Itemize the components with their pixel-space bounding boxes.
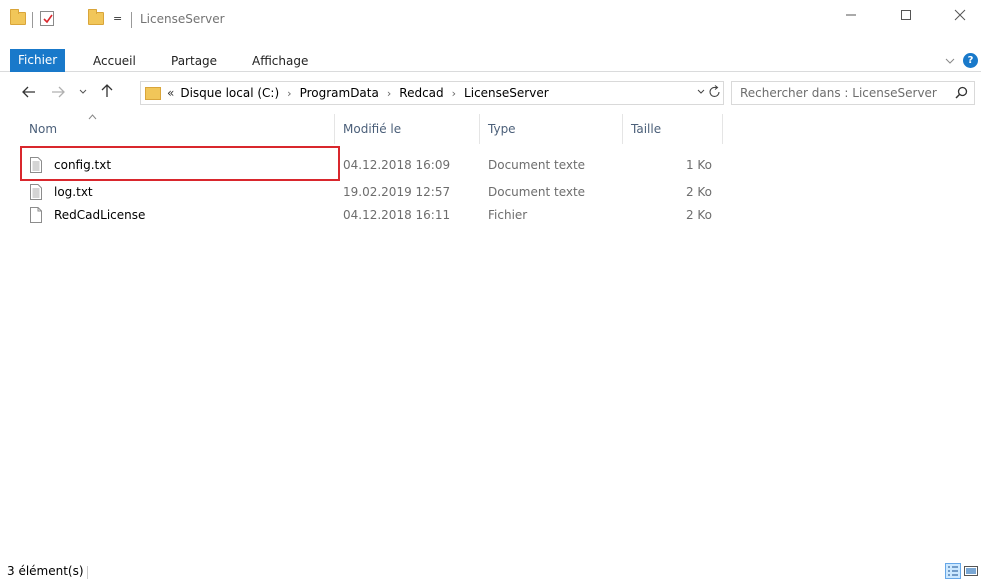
breadcrumb-overflow[interactable]: « — [167, 86, 174, 100]
column-header-modified[interactable]: Modifié le — [335, 112, 479, 146]
file-size: 2 Ko — [685, 185, 712, 199]
breadcrumb-chevron-icon[interactable]: › — [452, 87, 456, 100]
status-bar: 3 élément(s) — [0, 560, 981, 583]
customize-quick-access-button[interactable]: = — [113, 12, 122, 25]
column-divider[interactable] — [722, 114, 723, 144]
maximize-button[interactable] — [883, 0, 929, 30]
breadcrumb-item[interactable]: Redcad — [399, 86, 443, 100]
tab-accueil[interactable]: Accueil — [85, 50, 144, 72]
breadcrumb-item[interactable]: Disque local (C:) — [180, 86, 279, 100]
file-type: Document texte — [488, 185, 586, 199]
arrow-right-icon — [52, 86, 65, 98]
breadcrumb-item[interactable]: ProgramData — [300, 86, 379, 100]
close-button[interactable] — [937, 0, 981, 30]
folder-icon — [10, 9, 26, 25]
file-size: 1 Ko — [685, 158, 712, 172]
chevron-down-icon — [697, 89, 705, 94]
close-icon — [954, 9, 966, 21]
column-header-size[interactable]: Taille — [623, 112, 722, 146]
search-icon[interactable] — [955, 86, 968, 102]
arrow-left-icon — [22, 86, 35, 98]
breadcrumb-chevron-icon[interactable]: › — [387, 87, 391, 100]
breadcrumb: « Disque local (C:) › ProgramData › Redc… — [167, 86, 549, 100]
folder-icon — [145, 87, 161, 100]
large-icons-view-button[interactable] — [963, 563, 979, 579]
column-header-name[interactable]: Nom — [21, 112, 334, 146]
tab-affichage[interactable]: Affichage — [244, 50, 316, 72]
minimize-button[interactable] — [828, 0, 874, 30]
item-count: 3 élément(s) — [7, 564, 84, 578]
breadcrumb-chevron-icon[interactable]: › — [287, 87, 291, 100]
tab-partage[interactable]: Partage — [163, 50, 225, 72]
address-bar[interactable]: « Disque local (C:) › ProgramData › Redc… — [140, 81, 724, 105]
table-row[interactable]: RedCadLicense 04.12.2018 16:11 Fichier 2… — [21, 204, 721, 227]
navigation-bar: « Disque local (C:) › ProgramData › Redc… — [0, 76, 981, 110]
file-modified: 04.12.2018 16:11 — [343, 208, 451, 222]
up-button[interactable] — [101, 84, 113, 102]
details-view-button[interactable] — [945, 563, 961, 579]
refresh-button[interactable] — [709, 85, 721, 102]
title-bar: = LicenseServer — [0, 0, 981, 45]
arrow-up-icon — [101, 84, 113, 97]
file-name: log.txt — [54, 185, 93, 199]
maximize-icon — [901, 10, 911, 20]
file-type: Document texte — [488, 158, 586, 172]
separator — [32, 12, 33, 28]
expand-ribbon-icon[interactable] — [945, 54, 955, 67]
large-icons-view-icon — [964, 566, 978, 576]
file-name: RedCadLicense — [54, 208, 146, 222]
file-modified: 19.02.2019 12:57 — [343, 185, 451, 199]
address-history-button[interactable] — [697, 87, 705, 98]
refresh-icon — [709, 85, 720, 98]
chevron-down-icon — [79, 89, 87, 94]
tab-fichier[interactable]: Fichier — [10, 49, 66, 72]
window-title: LicenseServer — [140, 12, 225, 26]
search-box[interactable]: Rechercher dans : LicenseServer — [731, 81, 975, 105]
back-button[interactable] — [22, 84, 36, 102]
help-icon[interactable]: ? — [963, 53, 978, 68]
file-modified: 04.12.2018 16:09 — [343, 158, 451, 172]
file-type: Fichier — [488, 208, 528, 222]
recent-locations-button[interactable] — [79, 87, 87, 98]
separator — [131, 12, 132, 28]
properties-check-icon[interactable] — [40, 11, 54, 26]
table-row[interactable]: log.txt 19.02.2019 12:57 Document texte … — [21, 181, 721, 204]
search-input[interactable]: Rechercher dans : LicenseServer — [740, 86, 937, 100]
new-folder-icon[interactable] — [88, 9, 104, 25]
highlight-annotation — [20, 146, 340, 181]
separator — [87, 566, 88, 579]
blank-file-icon — [30, 207, 42, 231]
forward-button[interactable] — [51, 84, 65, 102]
details-view-icon — [948, 566, 958, 576]
minimize-icon — [846, 14, 856, 16]
ribbon-tabs: Fichier Accueil Partage Affichage ? — [0, 45, 981, 72]
column-header-type[interactable]: Type — [480, 112, 622, 146]
file-size: 2 Ko — [685, 208, 712, 222]
breadcrumb-item[interactable]: LicenseServer — [464, 86, 549, 100]
column-headers: Nom Modifié le Type Taille — [0, 112, 730, 146]
